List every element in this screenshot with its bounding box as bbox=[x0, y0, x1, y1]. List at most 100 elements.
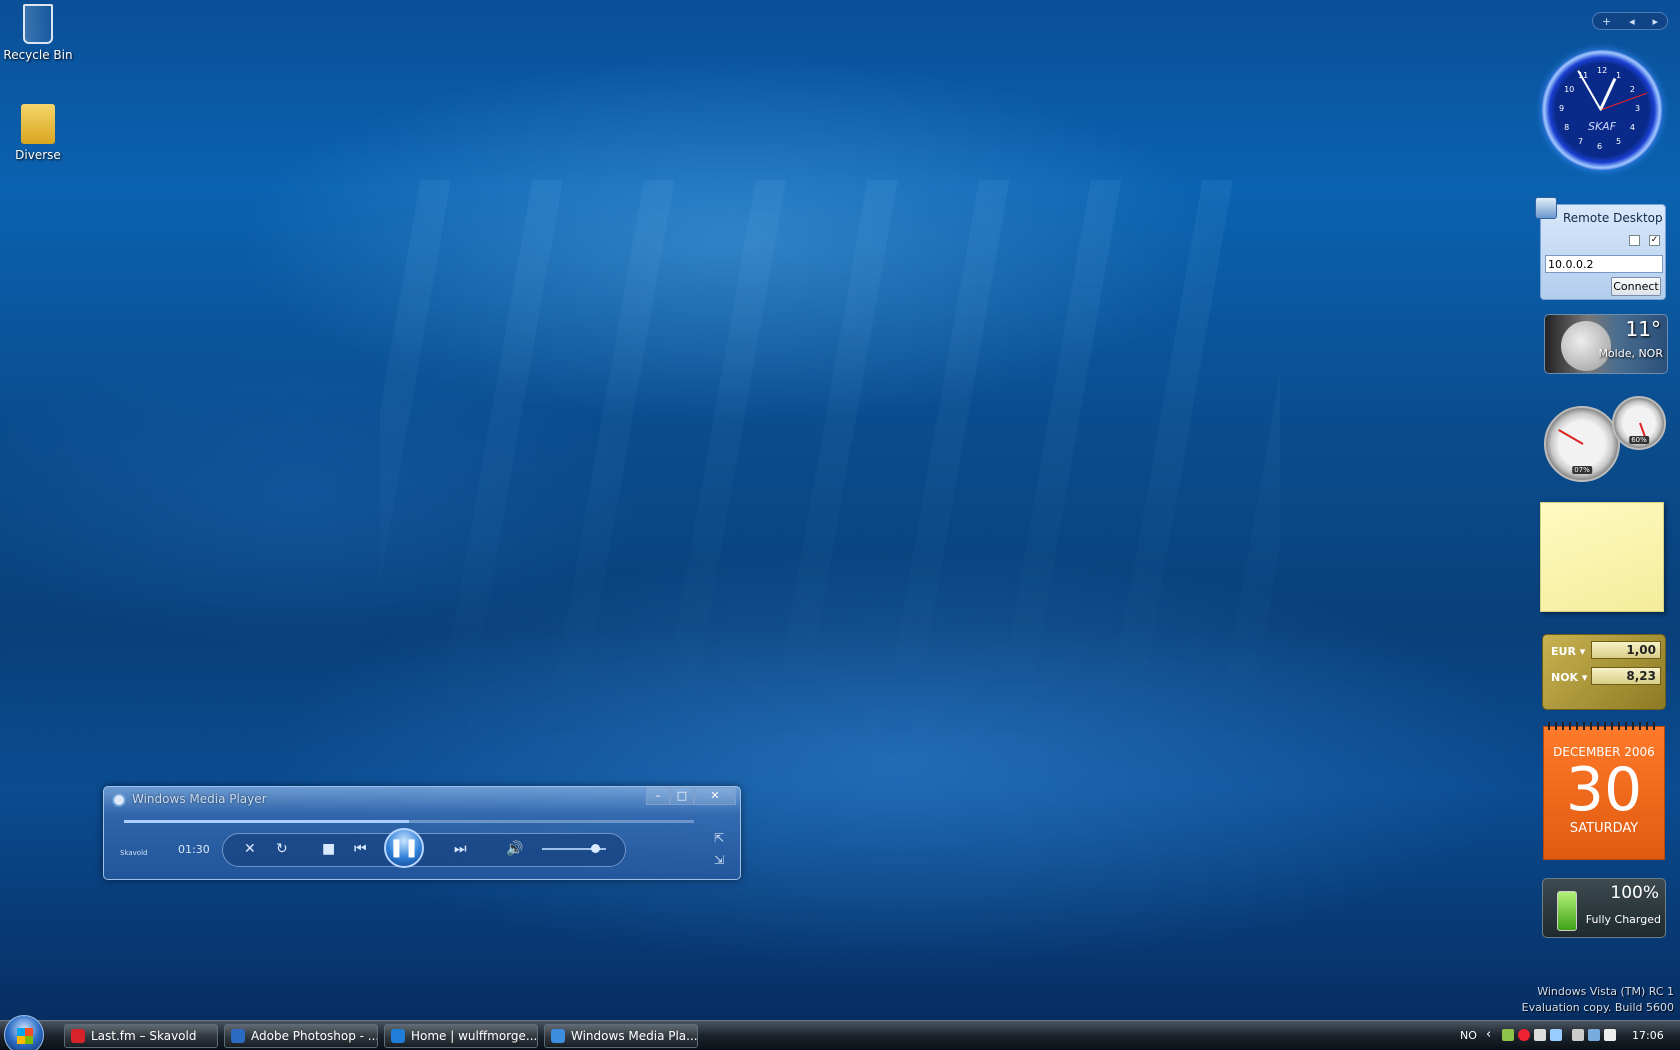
mute-icon[interactable]: 🔊 bbox=[506, 841, 523, 857]
volume-slider[interactable] bbox=[542, 844, 606, 853]
calendar-weekday: SATURDAY bbox=[1569, 821, 1639, 836]
clock-numeral: 10 bbox=[1564, 85, 1575, 94]
recycle-bin-icon bbox=[23, 4, 53, 44]
seek-progress bbox=[124, 820, 409, 823]
media-player-icon bbox=[112, 793, 126, 807]
battery-gadget[interactable]: 100% Fully Charged bbox=[1542, 878, 1666, 938]
remote-desktop-icon bbox=[1535, 197, 1557, 219]
weather-gadget[interactable]: 11° Molde, NOR bbox=[1544, 314, 1668, 374]
messenger-icon[interactable] bbox=[1534, 1029, 1546, 1041]
option-checkbox-checked[interactable]: ✓ bbox=[1649, 235, 1660, 246]
stop-icon[interactable]: ■ bbox=[322, 841, 335, 857]
build-watermark: Windows Vista (TM) RC 1 Evaluation copy.… bbox=[1522, 984, 1674, 1016]
clock-numeral: 7 bbox=[1578, 136, 1584, 146]
from-amount[interactable]: 1,00 bbox=[1591, 641, 1661, 659]
battery-tray-icon[interactable] bbox=[1572, 1029, 1584, 1041]
clock-numeral: 3 bbox=[1635, 104, 1641, 113]
cpu-value: 07% bbox=[1572, 466, 1592, 474]
cpu-gauge: 07% bbox=[1544, 406, 1620, 482]
network-icon[interactable] bbox=[1502, 1029, 1514, 1041]
next-icon[interactable]: ⏭ bbox=[454, 841, 467, 857]
elapsed-time: 01:30 bbox=[178, 843, 210, 856]
option-checkbox[interactable] bbox=[1629, 235, 1640, 246]
to-currency-code: NOK bbox=[1551, 671, 1579, 684]
seek-bar[interactable] bbox=[124, 820, 694, 823]
close-button[interactable]: ✕ bbox=[694, 787, 736, 805]
memory-gauge: 60% bbox=[1612, 396, 1666, 450]
clock-numeral: 8 bbox=[1564, 123, 1570, 132]
compact-mode-icon[interactable]: ⇲ bbox=[714, 853, 724, 867]
battery-icon bbox=[1557, 891, 1577, 931]
maximize-button[interactable]: □ bbox=[670, 787, 694, 805]
start-button[interactable] bbox=[4, 1015, 44, 1050]
remote-desktop-gadget: Remote Desktop ✓ Connect bbox=[1535, 197, 1666, 300]
language-indicator[interactable]: NO bbox=[1460, 1029, 1477, 1042]
calendar-gadget[interactable]: DECEMBER 2006 30 SATURDAY bbox=[1543, 722, 1665, 860]
previous-page-button[interactable]: ◂ bbox=[1629, 15, 1635, 28]
next-page-button[interactable]: ▸ bbox=[1653, 15, 1659, 28]
media-player-icon bbox=[551, 1029, 565, 1043]
clock-numeral: 1 bbox=[1616, 71, 1622, 81]
pause-button[interactable]: ❚❚ bbox=[384, 828, 424, 868]
desktop-icon-diverse[interactable]: Diverse bbox=[0, 104, 76, 162]
taskbar-clock[interactable]: 17:06 bbox=[1632, 1029, 1664, 1042]
sidebar-controls: + ◂ ▸ bbox=[1592, 12, 1668, 30]
clock-label: SKAF bbox=[1587, 120, 1617, 133]
desktop-icon-label: Diverse bbox=[15, 148, 61, 162]
wallpaper-light-rays bbox=[380, 180, 1280, 740]
previous-icon[interactable]: ⏮ bbox=[354, 841, 367, 857]
clock-numeral: 4 bbox=[1629, 123, 1635, 132]
shuffle-icon[interactable]: ✕ bbox=[244, 841, 256, 857]
windows-logo-icon bbox=[17, 1028, 33, 1044]
display-icon[interactable] bbox=[1550, 1029, 1562, 1041]
minimize-button[interactable]: – bbox=[646, 787, 670, 805]
calendar-day: 30 bbox=[1565, 755, 1643, 825]
from-currency-select[interactable]: EUR ▾ bbox=[1551, 645, 1585, 658]
clock-gadget[interactable]: SKAF 12 1 2 3 4 5 6 7 8 9 10 11 bbox=[1542, 50, 1662, 170]
weather-location: Molde, NOR bbox=[1598, 347, 1663, 360]
battery-percent: 100% bbox=[1610, 883, 1659, 903]
watermark-line: Windows Vista (TM) RC 1 bbox=[1537, 985, 1674, 998]
currency-gadget: EUR ▾ 1,00 NOK ▾ 8,23 bbox=[1542, 634, 1666, 710]
to-amount: 8,23 bbox=[1591, 667, 1661, 685]
clock-numeral: 12 bbox=[1597, 66, 1608, 75]
clock-numeral: 9 bbox=[1559, 104, 1565, 113]
lastfm-icon bbox=[71, 1029, 85, 1043]
to-currency-select[interactable]: NOK ▾ bbox=[1551, 671, 1587, 684]
temperature: 11° bbox=[1625, 317, 1661, 341]
cpu-needle bbox=[1558, 429, 1584, 445]
moon-icon bbox=[1561, 321, 1611, 371]
from-currency-code: EUR bbox=[1551, 645, 1576, 658]
network-tray-icon[interactable] bbox=[1588, 1029, 1600, 1041]
taskbar-item[interactable]: Windows Media Pla... bbox=[544, 1024, 698, 1048]
address-input[interactable] bbox=[1545, 255, 1663, 273]
connect-button[interactable]: Connect bbox=[1611, 277, 1661, 296]
window-title: Windows Media Player bbox=[132, 792, 267, 806]
clock-numeral: 6 bbox=[1597, 142, 1603, 151]
repeat-icon[interactable]: ↻ bbox=[276, 841, 288, 857]
folder-icon bbox=[21, 104, 55, 144]
desktop-icon-recycle-bin[interactable]: Recycle Bin bbox=[0, 4, 76, 62]
switch-to-library-icon[interactable]: ⇱ bbox=[714, 831, 724, 845]
desktop-icon-label: Recycle Bin bbox=[3, 48, 73, 62]
taskbar-item[interactable]: Last.fm – Skavold bbox=[64, 1024, 218, 1048]
gadget-title: Remote Desktop bbox=[1563, 211, 1663, 225]
taskbar: Last.fm – Skavold Adobe Photoshop - ... … bbox=[0, 1015, 1680, 1050]
volume-icon[interactable] bbox=[1604, 1029, 1616, 1041]
system-tray: NO ‹ 17:06 bbox=[1340, 1021, 1680, 1050]
taskbar-item[interactable]: Adobe Photoshop - ... bbox=[224, 1024, 378, 1048]
media-player-window[interactable]: Windows Media Player – □ ✕ Skavold 01:30… bbox=[103, 786, 741, 880]
photoshop-icon bbox=[231, 1029, 245, 1043]
taskbar-item-label: Home | wulffmorge... bbox=[411, 1029, 538, 1043]
taskbar-item[interactable]: Home | wulffmorge... bbox=[384, 1024, 538, 1048]
clock-numeral: 5 bbox=[1616, 136, 1622, 146]
internet-explorer-icon bbox=[391, 1029, 405, 1043]
notes-gadget[interactable] bbox=[1540, 502, 1664, 612]
add-gadget-button[interactable]: + bbox=[1602, 15, 1611, 28]
clock-numeral: 2 bbox=[1629, 85, 1635, 94]
volume-thumb[interactable] bbox=[591, 844, 600, 853]
memory-value: 60% bbox=[1629, 436, 1649, 444]
track-info: Skavold bbox=[120, 849, 148, 857]
security-icon[interactable] bbox=[1518, 1029, 1530, 1041]
show-hidden-icons-button[interactable]: ‹ bbox=[1486, 1027, 1491, 1042]
